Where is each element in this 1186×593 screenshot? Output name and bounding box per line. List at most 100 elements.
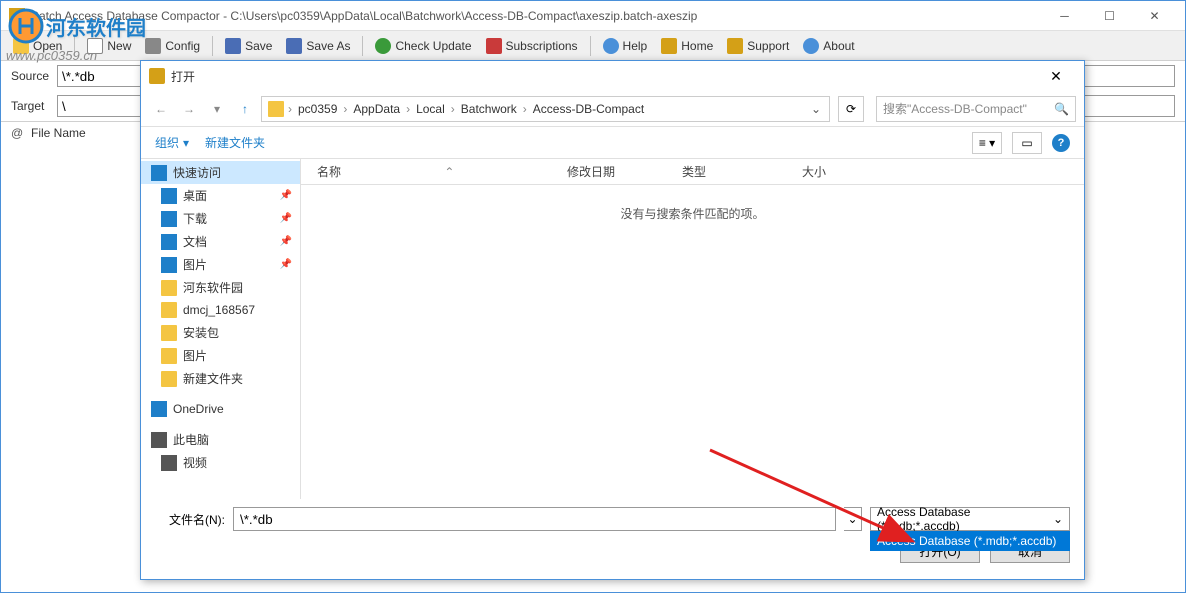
home-button[interactable]: Home	[655, 35, 719, 57]
sidebar-item[interactable]: 图片 📌	[141, 253, 300, 276]
dialog-help-button[interactable]: ?	[1052, 134, 1070, 152]
subscriptions-button[interactable]: Subscriptions	[480, 35, 584, 57]
new-folder-button[interactable]: 新建文件夹	[205, 134, 265, 151]
sidebar-item[interactable]: OneDrive	[141, 398, 300, 420]
sidebar-item[interactable]: dmcj_168567	[141, 299, 300, 321]
target-label: Target	[11, 99, 51, 113]
col-size[interactable]: 大小	[802, 163, 882, 180]
dialog-icon	[149, 68, 165, 84]
filename-dropdown[interactable]: ⌄	[844, 507, 862, 531]
sidebar-item[interactable]: 此电脑	[141, 428, 300, 451]
main-titlebar: Batch Access Database Compactor - C:\Use…	[1, 1, 1185, 31]
sidebar-item[interactable]: 下载 📌	[141, 207, 300, 230]
save-button[interactable]: Save	[219, 35, 278, 57]
folder-icon	[161, 302, 177, 318]
breadcrumb-dropdown[interactable]: ⌄	[805, 102, 827, 116]
view-details-button[interactable]: ≡ ▾	[972, 132, 1002, 154]
help-button[interactable]: Help	[597, 35, 654, 57]
minimize-button[interactable]: ─	[1042, 2, 1087, 30]
pin-icon: 📌	[280, 236, 292, 247]
folder-open-icon	[13, 38, 29, 54]
dialog-nav: ← → ▾ ↑ › pc0359› AppData› Local› Batchw…	[141, 91, 1084, 127]
dialog-title: 打开	[171, 68, 1036, 85]
breadcrumb-item[interactable]: AppData	[347, 102, 406, 116]
app-icon	[9, 8, 25, 24]
filter-dropdown-option[interactable]: Access Database (*.mdb;*.accdb)	[870, 531, 1070, 551]
nav-back-button[interactable]: ←	[149, 97, 173, 121]
sidebar-item[interactable]: 新建文件夹	[141, 367, 300, 390]
col-name[interactable]: 名称 ⌃	[317, 163, 567, 180]
sidebar-item[interactable]: 快速访问	[141, 161, 300, 184]
open-button[interactable]: Open	[7, 35, 68, 57]
chevron-down-icon: ⌄	[1053, 512, 1063, 526]
about-button[interactable]: About	[797, 35, 860, 57]
sidebar-item[interactable]: 图片	[141, 344, 300, 367]
sidebar-item-label: OneDrive	[173, 402, 224, 416]
breadcrumb-item[interactable]: Batchwork	[455, 102, 523, 116]
close-button[interactable]: ✕	[1132, 2, 1177, 30]
folder-icon	[161, 371, 177, 387]
sidebar-item[interactable]: 安装包	[141, 321, 300, 344]
pc-icon	[151, 432, 167, 448]
pic-icon	[161, 257, 177, 273]
sidebar-item-label: dmcj_168567	[183, 303, 255, 317]
pin-icon: 📌	[280, 259, 292, 270]
view-preview-button[interactable]: ▭	[1012, 132, 1042, 154]
gear-icon	[145, 38, 161, 54]
home-icon	[661, 38, 677, 54]
sidebar-item-label: 安装包	[183, 324, 219, 341]
folder-icon	[268, 101, 284, 117]
sidebar-item[interactable]: 文档 📌	[141, 230, 300, 253]
save-as-icon	[286, 38, 302, 54]
sidebar-item-label: 图片	[183, 347, 207, 364]
search-icon: 🔍	[1054, 102, 1069, 116]
empty-message: 没有与搜索条件匹配的项。	[301, 185, 1084, 242]
pin-icon: 📌	[280, 213, 292, 224]
sidebar-item-label: 文档	[183, 233, 207, 250]
filename-input[interactable]	[233, 507, 836, 531]
maximize-button[interactable]: ☐	[1087, 2, 1132, 30]
sidebar-item[interactable]: 河东软件园	[141, 276, 300, 299]
sidebar-item-label: 下载	[183, 210, 207, 227]
sidebar-item[interactable]: 视频	[141, 451, 300, 474]
pin-icon: 📌	[280, 190, 292, 201]
breadcrumb[interactable]: › pc0359› AppData› Local› Batchwork› Acc…	[261, 96, 830, 122]
folder-icon	[161, 348, 177, 364]
col-filename: File Name	[31, 126, 86, 140]
col-type[interactable]: 类型	[682, 163, 802, 180]
dialog-titlebar: 打开 ✕	[141, 61, 1084, 91]
nav-up-button[interactable]: ↑	[233, 97, 257, 121]
save-icon	[225, 38, 241, 54]
dialog-close-button[interactable]: ✕	[1036, 62, 1076, 90]
breadcrumb-item[interactable]: Access-DB-Compact	[527, 102, 650, 116]
breadcrumb-item[interactable]: pc0359	[292, 102, 343, 116]
check-update-button[interactable]: Check Update	[369, 35, 477, 57]
refresh-button[interactable]: ⟳	[838, 96, 864, 122]
col-date[interactable]: 修改日期	[567, 163, 682, 180]
star-icon	[151, 165, 167, 181]
new-button[interactable]: New	[81, 35, 137, 57]
col-at: @	[11, 126, 31, 140]
search-input[interactable]: 搜索"Access-DB-Compact" 🔍	[876, 96, 1076, 122]
about-icon	[803, 38, 819, 54]
config-button[interactable]: Config	[139, 35, 206, 57]
support-button[interactable]: Support	[721, 35, 795, 57]
sidebar-tree[interactable]: 快速访问桌面📌下载📌文档📌图片📌河东软件园dmcj_168567安装包图片新建文…	[141, 159, 301, 499]
sidebar-item-label: 快速访问	[173, 164, 221, 181]
main-toolbar: Open New Config Save Save As Check Updat…	[1, 31, 1185, 61]
sidebar-item[interactable]: 桌面 📌	[141, 184, 300, 207]
sidebar-item-label: 桌面	[183, 187, 207, 204]
update-icon	[375, 38, 391, 54]
doc-icon	[161, 234, 177, 250]
organize-button[interactable]: 组织 ▾	[155, 134, 189, 151]
nav-history-button[interactable]: ▾	[205, 97, 229, 121]
desktop-icon	[161, 188, 177, 204]
support-icon	[727, 38, 743, 54]
save-as-button[interactable]: Save As	[280, 35, 356, 57]
nav-forward-button[interactable]: →	[177, 97, 201, 121]
sidebar-item-label: 图片	[183, 256, 207, 273]
filetype-filter[interactable]: Access Database (*.mdb;*.accdb) ⌄ Access…	[870, 507, 1070, 531]
breadcrumb-item[interactable]: Local	[410, 102, 451, 116]
folder-icon	[161, 325, 177, 341]
file-open-dialog: 打开 ✕ ← → ▾ ↑ › pc0359› AppData› Local› B…	[140, 60, 1085, 580]
